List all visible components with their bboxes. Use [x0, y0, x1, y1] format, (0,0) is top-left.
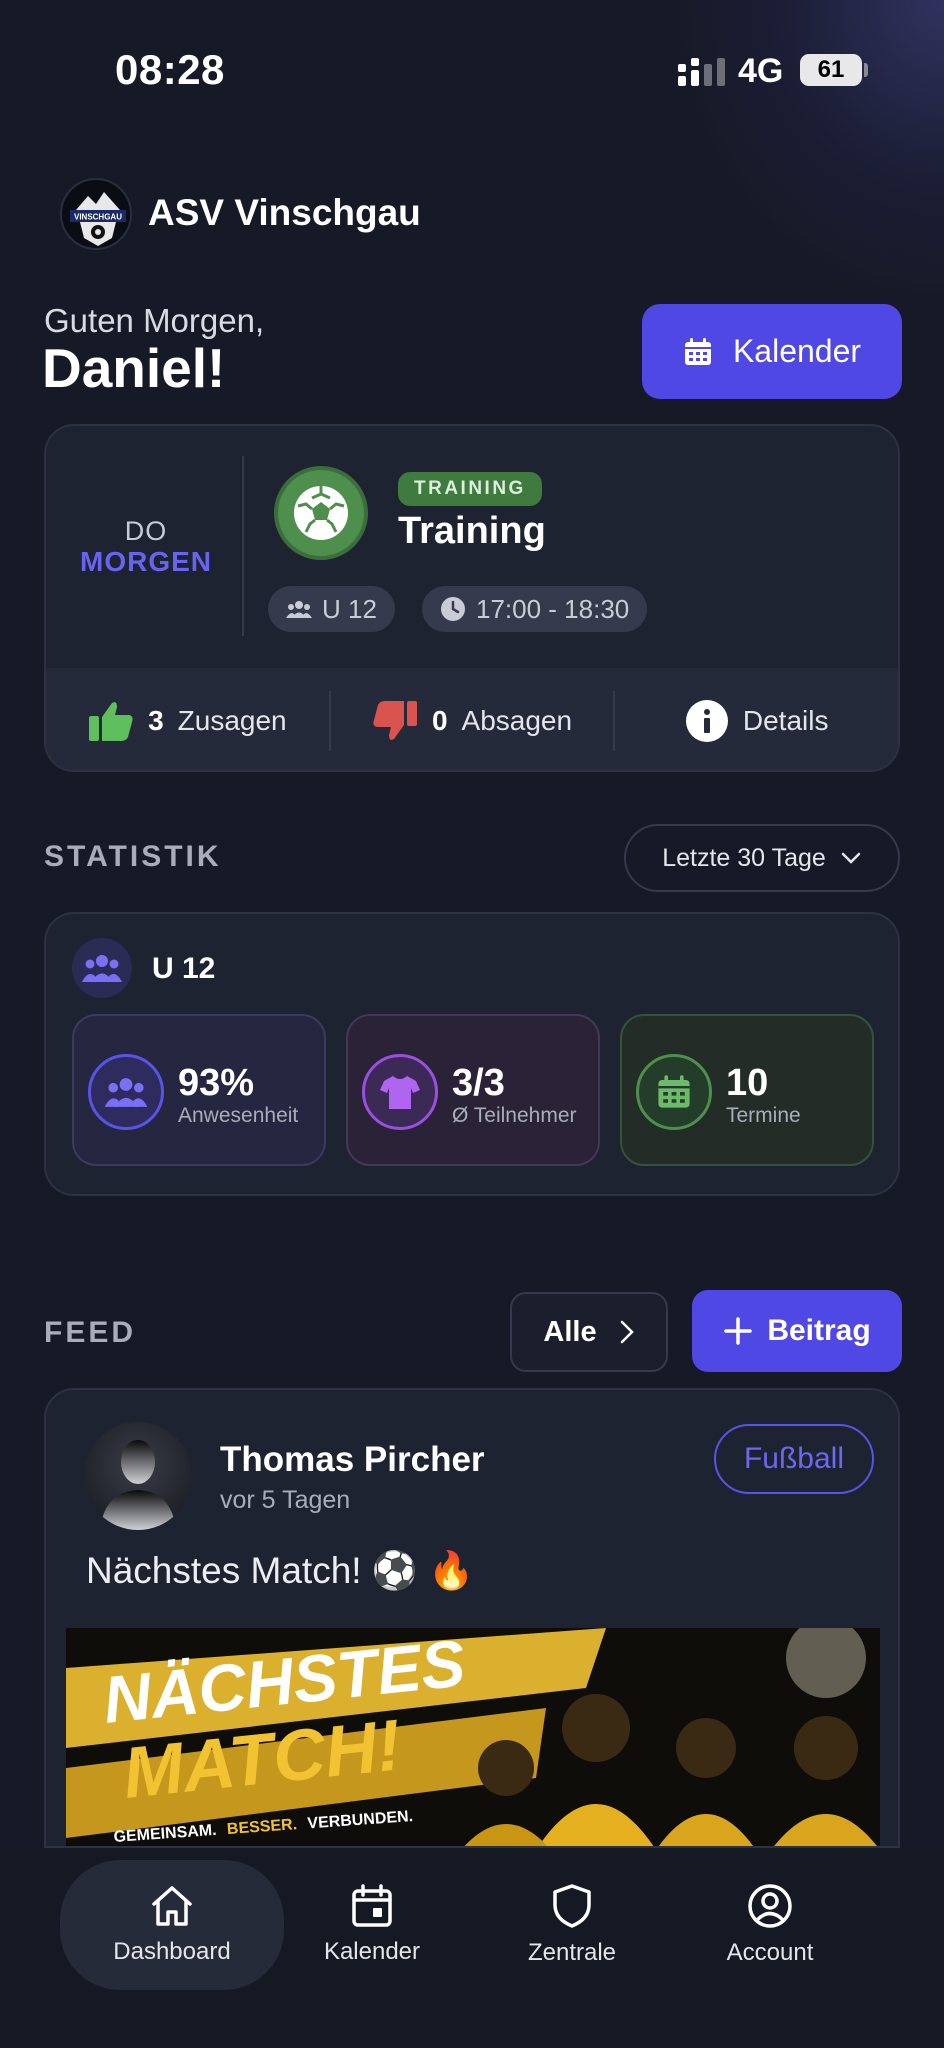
shirt-icon [362, 1054, 438, 1130]
svg-text:VINSCHGAU: VINSCHGAU [74, 213, 122, 222]
user-circle-icon [748, 1884, 792, 1928]
feed-all-label: Alle [543, 1315, 597, 1348]
nav-dashboard[interactable]: Dashboard [60, 1860, 284, 1990]
signal-icon [678, 58, 725, 86]
battery-icon: 61 [800, 54, 862, 86]
network-type: 4G [738, 52, 784, 90]
nav-kalender-label: Kalender [323, 1938, 421, 1965]
event-team-chip: U 12 [268, 586, 395, 632]
nav-dashboard-label: Dashboard [113, 1938, 231, 1965]
home-icon [152, 1886, 192, 1926]
appointments-label: Termine [726, 1104, 801, 1127]
event-team-label: U 12 [322, 593, 377, 624]
person-silhouette-icon [100, 1440, 176, 1530]
calendar-grid-icon [636, 1054, 712, 1130]
calendar-icon [352, 1884, 392, 1927]
calendar-button[interactable]: Kalender [642, 304, 902, 399]
soccer-ball-icon [274, 466, 368, 560]
statistik-heading: STATISTIK [44, 840, 222, 873]
thumbs-down-icon [373, 701, 417, 740]
statistics-card: U 12 93% Anwesenheit 3/3 Ø Teilnehmer 10… [44, 912, 900, 1196]
participants-tile: 3/3 Ø Teilnehmer [346, 1014, 600, 1166]
battery-cap [864, 63, 868, 77]
new-post-label: Beitrag [767, 1314, 871, 1347]
appointments-tile: 10 Termine [620, 1014, 874, 1166]
event-time-label: 17:00 - 18:30 [476, 593, 630, 624]
nav-kalender[interactable]: Kalender [292, 1860, 452, 1990]
calendar-icon [684, 337, 711, 365]
info-icon [685, 700, 728, 742]
appointments-value: 10 [726, 1062, 769, 1104]
next-event-card[interactable]: DO MORGEN TRAINING Training U 12 17:00 -… [44, 424, 900, 772]
thumbs-up-icon [89, 702, 133, 741]
match-banner-image: NÄCHSTES MATCH! GEMEINSAM. BESSER. VERBU… [66, 1628, 880, 1846]
time-range-dropdown[interactable]: Letzte 30 Tage [624, 824, 900, 892]
accept-button[interactable]: 3 Zusagen [46, 691, 329, 751]
shield-icon [553, 1884, 591, 1928]
time-range-label: Letzte 30 Tage [662, 843, 826, 872]
event-divider [242, 456, 244, 636]
event-type-badge: TRAINING [398, 472, 542, 506]
accept-label: Zusagen [177, 705, 287, 736]
event-title: Training [398, 510, 546, 552]
team-group-icon [72, 938, 132, 998]
participants-value: 3/3 [452, 1062, 505, 1104]
nav-zentrale[interactable]: Zentrale [492, 1860, 652, 1990]
club-logo[interactable]: VINSCHGAU [60, 178, 132, 250]
status-time: 08:28 [115, 46, 225, 93]
details-button[interactable]: Details [613, 691, 898, 751]
club-crest-icon: VINSCHGAU [70, 192, 126, 246]
attendance-tile: 93% Anwesenheit [72, 1014, 326, 1166]
details-label: Details [742, 705, 829, 736]
decline-count: 0 [431, 705, 448, 736]
attendance-value: 93% [178, 1062, 255, 1104]
post-image[interactable]: NÄCHSTES MATCH! GEMEINSAM. BESSER. VERBU… [66, 1628, 880, 1846]
feed-heading: FEED [44, 1316, 137, 1349]
bottom-navigation: Dashboard Kalender Zentrale Account [0, 1848, 944, 2048]
chevron-down-icon [841, 852, 861, 864]
participants-label: Ø Teilnehmer [452, 1104, 577, 1127]
accept-count: 3 [148, 705, 164, 736]
nav-account-label: Account [726, 1939, 814, 1966]
post-text: Nächstes Match! ⚽ 🔥 [86, 1550, 475, 1591]
nav-zentrale-label: Zentrale [527, 1939, 617, 1966]
background-glow [684, 0, 944, 290]
attendance-label: Anwesenheit [178, 1104, 299, 1127]
greeting-text: Guten Morgen, [44, 302, 265, 339]
feed-post[interactable]: Thomas Pircher vor 5 Tagen Fußball Nächs… [44, 1388, 900, 1848]
team-icon [286, 601, 312, 618]
attendance-icon [88, 1054, 164, 1130]
event-actions: 3 Zusagen 0 Absagen Details [46, 668, 898, 770]
calendar-button-label: Kalender [732, 333, 862, 369]
post-time: vor 5 Tagen [220, 1486, 351, 1514]
feed-all-button[interactable]: Alle [510, 1292, 668, 1372]
avatar[interactable] [84, 1422, 192, 1530]
decline-label: Absagen [461, 705, 573, 736]
stat-team-name: U 12 [152, 952, 216, 985]
plus-icon [724, 1317, 753, 1345]
post-category-tag[interactable]: Fußball [714, 1424, 874, 1494]
post-author: Thomas Pircher [220, 1440, 485, 1479]
event-day: DO [124, 516, 168, 546]
nav-account[interactable]: Account [690, 1860, 850, 1990]
event-when: MORGEN [80, 546, 212, 577]
chevron-right-icon [620, 1320, 634, 1344]
clock-icon [441, 597, 465, 621]
new-post-button[interactable]: Beitrag [692, 1290, 902, 1372]
club-name: ASV Vinschgau [148, 192, 421, 233]
event-time-chip: 17:00 - 18:30 [422, 586, 648, 632]
greeting-name: Daniel! [42, 337, 226, 399]
decline-button[interactable]: 0 Absagen [328, 691, 614, 751]
